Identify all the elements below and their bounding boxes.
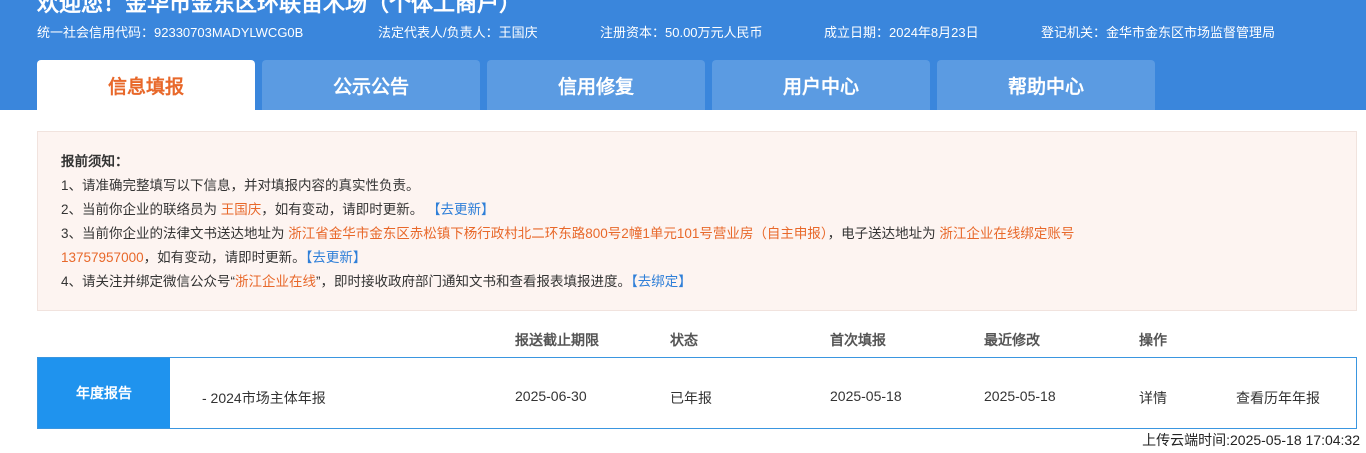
liaison-name: 王国庆	[220, 202, 262, 217]
col-header-status: 状态	[670, 332, 698, 348]
history-reports-link[interactable]: 查看历年年报	[1236, 388, 1320, 408]
pre-report-notice: 报前须知： 1、请准确完整填写以下信息，并对填报内容的真实性负责。 2、当前你企…	[37, 131, 1357, 311]
detail-link[interactable]: 详情	[1139, 388, 1167, 408]
bind-wechat-link[interactable]: 【去绑定】	[631, 274, 692, 289]
credit-code: 统一社会信用代码：92330703MADYLWCG0B	[37, 25, 304, 40]
registered-capital: 注册资本：50.00万元人民币	[600, 25, 763, 40]
legal-address: 浙江省金华市金东区赤松镇下杨行政村北二环东路800号2幢1单元101号营业房（自…	[288, 226, 828, 241]
notice-line-4: 4、请关注并绑定微信公众号“浙江企业在线”，即时接收政府部门通知文书和查看报表填…	[61, 274, 692, 289]
notice-line-2: 2、当前你企业的联络员为 王国庆，如有变动，请即时更新。 【去更新】	[61, 202, 495, 217]
notice-line-3: 3、当前你企业的法律文书送达地址为 浙江省金华市金东区赤松镇下杨行政村北二环东路…	[61, 226, 1075, 241]
tab-help-center[interactable]: 帮助中心	[937, 60, 1155, 110]
report-status[interactable]: 已年报	[670, 388, 712, 408]
tab-user-center[interactable]: 用户中心	[712, 60, 930, 110]
upload-time: 上传云端时间:2025-05-18 17:04:32	[1142, 432, 1360, 448]
col-header-last-modified: 最近修改	[984, 332, 1040, 348]
report-first-fill-date: 2025-05-18	[830, 388, 902, 404]
update-address-link[interactable]: 【去更新】	[306, 250, 367, 265]
notice-line-3-cont: 13757957000，如有变动，请即时更新。【去更新】	[61, 250, 367, 265]
notice-title: 报前须知：	[61, 154, 129, 169]
electronic-address: 浙江企业在线绑定账号	[939, 226, 1075, 241]
report-last-modified-date: 2025-05-18	[984, 388, 1056, 404]
notice-line-1: 1、请准确完整填写以下信息，并对填报内容的真实性负责。	[61, 178, 420, 193]
col-header-first-fill: 首次填报	[830, 332, 886, 348]
welcome-title: 欢迎您！金华市金东区环联苗木场（个体工商户）	[37, 0, 522, 16]
top-header: 欢迎您！金华市金东区环联苗木场（个体工商户） 统一社会信用代码：92330703…	[0, 0, 1366, 110]
tab-info-report[interactable]: 信息填报	[37, 60, 255, 110]
registration-authority: 登记机关：金华市金东区市场监督管理局	[1041, 25, 1276, 40]
legal-representative: 法定代表人/负责人：王国庆	[378, 25, 538, 40]
annual-report-label: 年度报告	[38, 358, 170, 428]
wechat-account-name: 浙江企业在线	[235, 274, 317, 289]
col-header-action: 操作	[1139, 332, 1167, 348]
report-name: - 2024市场主体年报	[202, 390, 326, 406]
update-liaison-link[interactable]: 【去更新】	[427, 202, 495, 217]
tab-public-notice[interactable]: 公示公告	[262, 60, 480, 110]
establish-date: 成立日期：2024年8月23日	[824, 25, 979, 40]
tab-credit-repair[interactable]: 信用修复	[487, 60, 705, 110]
col-header-deadline: 报送截止期限	[515, 332, 599, 348]
report-deadline: 2025-06-30	[515, 388, 587, 404]
bound-phone: 13757957000	[61, 250, 144, 265]
